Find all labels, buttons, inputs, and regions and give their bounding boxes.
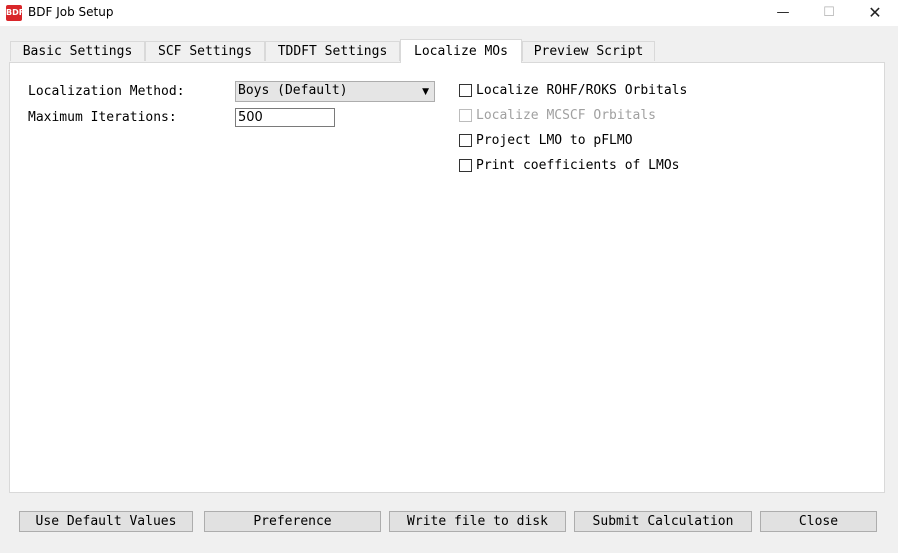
write-file-button[interactable]: Write file to disk	[389, 511, 566, 532]
max-iterations-input[interactable]: 500	[235, 108, 335, 127]
mcscf-label: Localize MCSCF Orbitals	[476, 108, 657, 123]
tab-panel	[9, 62, 885, 493]
method-label: Localization Method:	[28, 84, 185, 99]
print-coeff-checkbox[interactable]	[459, 159, 472, 172]
tab-scf-settings[interactable]: SCF Settings	[145, 41, 265, 61]
localization-method-dropdown[interactable]: Boys (Default) ▼	[235, 81, 435, 102]
tab-preview-script[interactable]: Preview Script	[522, 41, 655, 61]
tab-localize-mos[interactable]: Localize MOs	[400, 39, 522, 63]
title-bar: BDF BDF Job Setup — ☐ ✕	[0, 0, 898, 26]
tab-tddft-settings[interactable]: TDDFT Settings	[265, 41, 400, 61]
rohf-checkbox[interactable]	[459, 84, 472, 97]
mcscf-checkbox	[459, 109, 472, 122]
print-coeff-label[interactable]: Print coefficients of LMOs	[476, 158, 680, 173]
use-default-values-button[interactable]: Use Default Values	[19, 511, 193, 532]
submit-calculation-button[interactable]: Submit Calculation	[574, 511, 752, 532]
window-title: BDF Job Setup	[28, 5, 114, 19]
pflmo-checkbox[interactable]	[459, 134, 472, 147]
close-button[interactable]: Close	[760, 511, 877, 532]
method-value: Boys (Default)	[238, 83, 348, 98]
maximize-icon[interactable]: ☐	[806, 0, 852, 26]
preference-button[interactable]: Preference	[204, 511, 381, 532]
iterations-label: Maximum Iterations:	[28, 110, 177, 125]
chevron-down-icon: ▼	[422, 87, 429, 97]
app-icon: BDF	[6, 5, 24, 21]
pflmo-label[interactable]: Project LMO to pFLMO	[476, 133, 633, 148]
tab-basic-settings[interactable]: Basic Settings	[10, 41, 145, 61]
close-icon[interactable]: ✕	[852, 0, 898, 26]
minimize-icon[interactable]: —	[760, 0, 806, 26]
rohf-label[interactable]: Localize ROHF/ROKS Orbitals	[476, 83, 687, 98]
